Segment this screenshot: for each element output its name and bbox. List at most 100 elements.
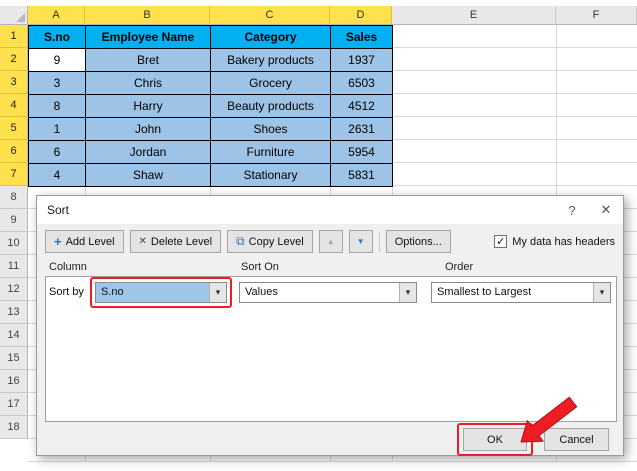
cell[interactable]: 8	[29, 95, 86, 118]
cell[interactable]: Chris	[86, 72, 211, 95]
copy-level-label: Copy Level	[248, 235, 304, 248]
checkmark-icon	[494, 235, 508, 248]
cell[interactable]: 1937	[331, 49, 393, 72]
column-header-d[interactable]: D	[330, 6, 392, 25]
close-icon: ✕	[600, 202, 612, 217]
options-button[interactable]: Options...	[385, 230, 451, 253]
row-header-7[interactable]: 7	[0, 163, 28, 186]
x-icon	[139, 236, 147, 247]
column-header-e[interactable]: E	[392, 6, 556, 25]
column-header-c[interactable]: C	[210, 6, 330, 25]
select-all-corner[interactable]	[0, 6, 28, 25]
sort-by-column-dropdown[interactable]: S.no	[95, 282, 227, 303]
help-button[interactable]: ?	[555, 196, 589, 224]
row-header-6[interactable]: 6	[0, 140, 28, 163]
cell[interactable]: Bakery products	[211, 49, 331, 72]
cell[interactable]: John	[86, 118, 211, 141]
cell[interactable]: Jordan	[86, 141, 211, 164]
arrow-down-icon	[357, 236, 365, 247]
row-header-13[interactable]: 13	[0, 301, 28, 324]
plus-icon	[54, 235, 62, 249]
arrow-up-icon	[327, 236, 335, 247]
chevron-down-icon[interactable]	[209, 283, 226, 302]
header-cell-sales[interactable]: Sales	[331, 26, 393, 49]
cell[interactable]: 3	[29, 72, 86, 95]
dialog-titlebar: Sort ? ✕	[37, 196, 623, 224]
row-header-4[interactable]: 4	[0, 94, 28, 117]
order-dropdown[interactable]: Smallest to Largest	[431, 282, 611, 303]
column-header-a[interactable]: A	[28, 6, 85, 25]
ok-button[interactable]: OK	[463, 428, 527, 451]
cell[interactable]: 4512	[331, 95, 393, 118]
cell[interactable]: 6503	[331, 72, 393, 95]
row-header-5[interactable]: 5	[0, 117, 28, 140]
row-header-16[interactable]: 16	[0, 370, 28, 393]
table-row: 6 Jordan Furniture 5954	[29, 141, 393, 164]
cell[interactable]: 5831	[331, 164, 393, 187]
row-header-1[interactable]: 1	[0, 25, 28, 48]
cell[interactable]: 1	[29, 118, 86, 141]
cell[interactable]: 4	[29, 164, 86, 187]
order-value: Smallest to Largest	[437, 286, 532, 298]
row-header-9[interactable]: 9	[0, 209, 28, 232]
sort-on-value: Values	[245, 286, 278, 298]
cell[interactable]: Grocery	[211, 72, 331, 95]
cell[interactable]: Harry	[86, 95, 211, 118]
sort-by-column-value: S.no	[96, 283, 209, 302]
row-header-14[interactable]: 14	[0, 324, 28, 347]
chevron-down-icon[interactable]	[593, 283, 610, 302]
copy-level-button[interactable]: Copy Level	[227, 230, 313, 253]
cell[interactable]: Beauty products	[211, 95, 331, 118]
column-header-b[interactable]: B	[85, 6, 210, 25]
sort-dialog: Sort ? ✕ Add Level Delete Level Copy Lev…	[36, 195, 624, 456]
row-header-12[interactable]: 12	[0, 278, 28, 301]
chevron-down-icon[interactable]	[399, 283, 416, 302]
row-header-3[interactable]: 3	[0, 71, 28, 94]
cell[interactable]: 9	[29, 49, 86, 72]
table-row: 9 Bret Bakery products 1937	[29, 49, 393, 72]
cell[interactable]: 6	[29, 141, 86, 164]
sort-by-label: Sort by	[49, 286, 84, 298]
my-data-has-headers-checkbox[interactable]: My data has headers	[494, 235, 615, 248]
row-header-8[interactable]: 8	[0, 186, 28, 209]
row-header-18[interactable]: 18	[0, 416, 28, 439]
options-label: Options...	[394, 235, 442, 248]
row-header-10[interactable]: 10	[0, 232, 28, 255]
table-row: 3 Chris Grocery 6503	[29, 72, 393, 95]
checkbox-label: My data has headers	[512, 235, 615, 248]
toolbar-divider	[378, 231, 380, 252]
data-table: S.no Employee Name Category Sales 9 Bret…	[28, 25, 393, 187]
table-row: 1 John Shoes 2631	[29, 118, 393, 141]
dialog-title: Sort	[47, 203, 70, 217]
cell[interactable]: Shoes	[211, 118, 331, 141]
order-section-label: Order	[445, 261, 474, 273]
sort-on-dropdown[interactable]: Values	[239, 282, 417, 303]
delete-level-label: Delete Level	[150, 235, 213, 248]
cell[interactable]: Shaw	[86, 164, 211, 187]
row-header-2[interactable]: 2	[0, 48, 28, 71]
cell[interactable]: 2631	[331, 118, 393, 141]
header-cell-category[interactable]: Category	[211, 26, 331, 49]
move-down-button[interactable]	[348, 230, 373, 253]
cell[interactable]: 5954	[331, 141, 393, 164]
close-button[interactable]: ✕	[589, 196, 623, 224]
column-header-f[interactable]: F	[556, 6, 637, 25]
add-level-button[interactable]: Add Level	[45, 230, 124, 253]
header-cell-employee[interactable]: Employee Name	[86, 26, 211, 49]
row-header-11[interactable]: 11	[0, 255, 28, 278]
cell[interactable]: Furniture	[211, 141, 331, 164]
delete-level-button[interactable]: Delete Level	[129, 230, 222, 253]
excel-window: A B C D E F 1 2 3 4 5 6 7 8 9 10 11 12 1…	[0, 0, 637, 471]
table-header-row: S.no Employee Name Category Sales	[29, 26, 393, 49]
dialog-toolbar: Add Level Delete Level Copy Level Option…	[45, 230, 615, 253]
row-header-15[interactable]: 15	[0, 347, 28, 370]
column-section-label: Column	[49, 261, 87, 273]
header-cell-sno[interactable]: S.no	[29, 26, 86, 49]
sort-on-section-label: Sort On	[241, 261, 279, 273]
move-up-button[interactable]	[318, 230, 343, 253]
cell[interactable]: Bret	[86, 49, 211, 72]
cell[interactable]: Stationary	[211, 164, 331, 187]
row-header-17[interactable]: 17	[0, 393, 28, 416]
cancel-button[interactable]: Cancel	[544, 428, 609, 451]
table-row: 4 Shaw Stationary 5831	[29, 164, 393, 187]
